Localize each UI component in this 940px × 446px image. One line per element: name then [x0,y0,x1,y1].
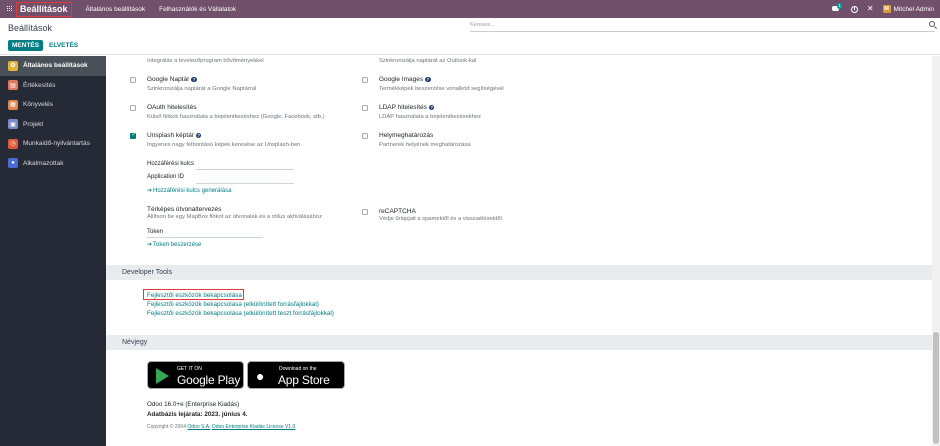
sidebar-item-label: Projekt [23,120,44,128]
mail-plugin-desc: Integrálás a levelezőprogram bővítmények… [147,58,264,64]
user-name: Mitchel Admin [893,5,934,13]
scrollbar[interactable] [932,56,940,446]
google-images-checkbox[interactable] [362,77,368,83]
sidebar-item-accounting[interactable]: ▦ Könyvelés [0,95,106,115]
app-store-small-text: Download on the [279,366,317,372]
oauth-checkbox[interactable] [130,105,136,111]
chat-badge: 1 [836,3,843,9]
odoo-version: Odoo 16.0+e (Enterprise Kiadás) [147,401,240,408]
accounting-icon: ▦ [8,99,18,110]
sidebar-item-label: Munkaidő-nyilvántartás [23,140,90,148]
menu-users-companies[interactable]: Felhasználók és Vállalatok [159,6,236,13]
unsplash-desc: Ingyenes nagy felbontású képek keresése … [147,142,301,148]
get-token-link[interactable]: ➔Token beszerzése [147,241,201,248]
sidebar-item-label: Alkalmazottak [23,159,64,167]
route-planning-desc: Állítson be egy MapBox fiókot az útvonal… [147,214,322,220]
menu-general-settings[interactable]: Általános beállítások [86,6,146,13]
google-calendar-checkbox[interactable] [130,77,136,83]
oauth-desc: Külső fiókok használata a bejelentkezésh… [147,114,325,120]
google-play-small-text: GET IT ON [177,366,202,372]
sidebar-item-label: Értékesítés [23,81,56,89]
help-icon[interactable]: ? [425,76,431,82]
google-images-title: Google Images? [379,76,431,83]
ldap-checkbox[interactable] [362,105,368,111]
sidebar-item-timesheet[interactable]: ◷ Munkaidő-nyilvántartás [0,134,106,154]
copyright: Copyright © 2004 Odoo S.A. Odoo Enterpri… [147,424,296,430]
application-id-label: Application ID [147,174,185,180]
about-header: Névjegy [106,335,932,350]
app-store-badge[interactable]: ● Download on the App Store [247,361,345,389]
help-icon[interactable]: ? [191,76,197,82]
arrow-right-icon: ➔ [147,188,153,194]
google-play-icon [156,368,169,384]
recaptcha-title: reCAPTCHA [379,208,416,215]
oauth-title: OAuth hitelesítés [147,104,197,111]
activate-developer-mode-link[interactable]: Fejlesztői eszközök bekapcsolása [147,292,242,299]
google-calendar-title: Google Naptár? [147,76,197,83]
outlook-calendar-desc: Szinkronizálja naptárát az Outlook-kal [379,58,477,64]
sidebar-item-label: Általános beállítások [23,62,88,70]
token-input[interactable] [147,237,263,238]
ldap-title: LDAP hitelesítés? [379,104,435,111]
sidebar-item-project[interactable]: ▣ Projekt [0,115,106,135]
ldap-desc: LDAP használata a bejelentkezésekhez [379,114,482,120]
chat-icon[interactable]: 1 [831,3,843,13]
activate-developer-mode-assets-link[interactable]: Fejlesztői eszközök bekapcsolása (elkülö… [147,301,319,308]
sidebar-item-sales[interactable]: ▤ Értékesítés [0,76,106,96]
google-images-desc: Termékképek beszerzése vonalkód segítség… [379,86,504,92]
apple-icon: ● [256,368,265,384]
route-planning-title: Térképes útvonaltervezés [147,206,222,213]
odoo-sa-link[interactable]: Odoo S.A. [187,424,210,430]
recaptcha-checkbox[interactable] [362,209,368,215]
google-play-big-text: Google Play [177,373,241,387]
app-store-big-text: App Store [278,373,330,387]
control-panel: Beállítások Keresés... MENTÉS ELVETÉS [0,18,940,55]
developer-tools-header: Developer Tools [106,265,932,280]
settings-sidebar: ⚙ Általános beállítások ▤ Értékesítés ▦ … [0,56,106,446]
top-navbar: Beállítások Általános beállítások Felhas… [0,0,940,18]
user-menu[interactable]: M Mitchel Admin [882,5,934,13]
access-key-label: Hozzáférési kulcs [147,161,195,167]
arrow-right-icon: ➔ [147,242,153,248]
employees-icon: ● [8,158,18,169]
generate-access-key-link[interactable]: ➔Hozzáférési kulcs generálása [147,187,231,194]
database-expiry: Adatbázis lejárata: 2023. június 4. [147,411,248,418]
gear-icon: ⚙ [8,60,18,71]
sidebar-item-label: Könyvelés [23,101,53,109]
page-title: Beállítások [8,23,53,33]
search-input[interactable]: Keresés... [470,21,935,32]
app-brand[interactable]: Beállítások [16,1,72,17]
sidebar-item-general-settings[interactable]: ⚙ Általános beállítások [0,56,106,76]
sales-icon: ▤ [8,80,18,91]
google-calendar-desc: Szinkronizálja naptárát a Google Naptárr… [147,86,257,92]
discard-button[interactable]: ELVETÉS [47,40,80,51]
activate-developer-mode-tests-link[interactable]: Fejlesztői eszközök bekapcsolása (elkülö… [147,310,334,317]
help-icon[interactable]: ? [195,132,202,138]
settings-content: Integrálás a levelezőprogram bővítmények… [106,56,932,446]
token-label: Token [147,229,164,235]
geolocation-title: Helymeghatározás [379,132,434,139]
unsplash-title: Unsplash képtár? [147,132,202,139]
recaptcha-desc: Védje űrlapjait a spamektől és a visszaé… [379,216,504,222]
access-key-input[interactable] [196,169,294,170]
google-play-badge[interactable]: GET IT ON Google Play [147,361,244,389]
unsplash-checkbox[interactable] [130,132,136,139]
geolocation-desc: Partnerek helyének meghatározása [379,142,471,148]
timesheet-icon: ◷ [8,138,18,149]
geolocation-checkbox[interactable] [362,133,368,139]
search-placeholder: Keresés... [470,22,495,28]
application-id-input[interactable] [196,183,294,184]
apps-menu-icon[interactable] [7,6,13,12]
sidebar-item-employees[interactable]: ● Alkalmazottak [0,154,106,174]
save-button[interactable]: MENTÉS [8,40,44,51]
scrollbar-thumb[interactable] [933,332,939,444]
debug-tools-icon[interactable]: ✕ [867,5,874,13]
help-icon[interactable]: ? [428,104,435,110]
license-link[interactable]: Odoo Enterprise Kiadás License V1.0 [212,424,295,430]
activity-clock-icon[interactable] [850,5,858,13]
avatar: M [882,5,891,13]
search-icon[interactable] [929,21,935,27]
project-icon: ▣ [8,119,18,130]
